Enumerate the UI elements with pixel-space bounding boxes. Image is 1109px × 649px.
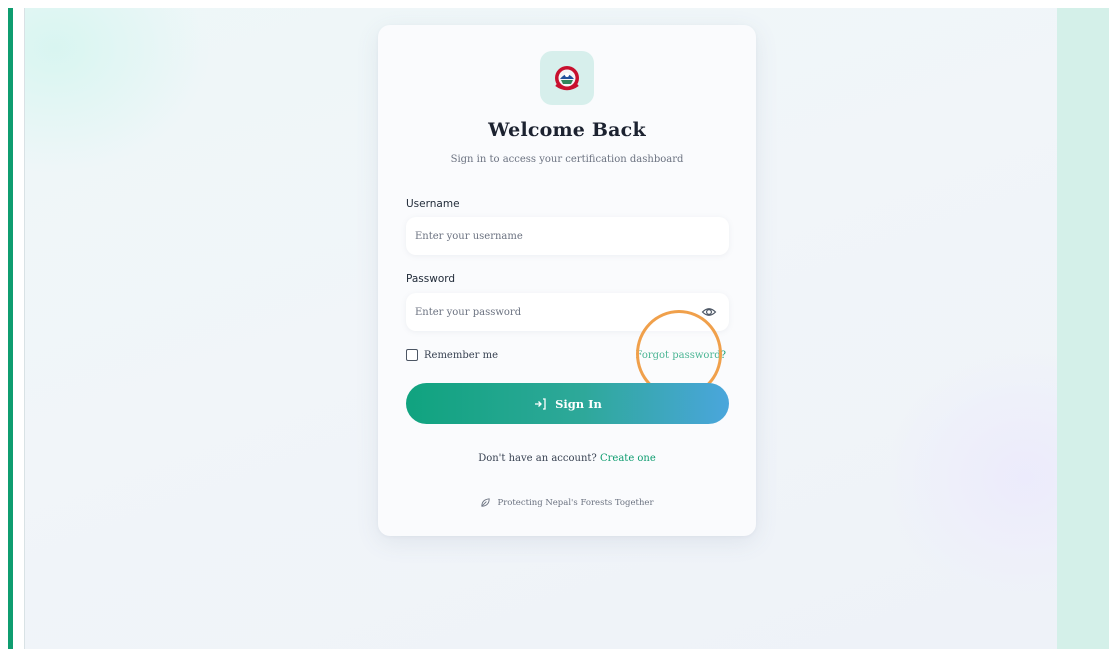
username-label: Username (406, 198, 460, 210)
password-placeholder: Enter your password (415, 306, 522, 318)
username-placeholder: Enter your username (415, 230, 523, 242)
footer-text: Protecting Nepal's Forests Together (497, 497, 654, 508)
create-account-link[interactable]: Create one (600, 453, 656, 464)
sign-in-icon (535, 397, 546, 410)
page-title: Welcome Back (488, 119, 646, 141)
leaf-icon (481, 498, 491, 507)
login-card: Welcome Back Sign in to access your cert… (378, 25, 756, 536)
screen: Welcome Back Sign in to access your cert… (0, 0, 1109, 649)
password-label: Password (406, 273, 456, 285)
page-subtitle: Sign in to access your certification das… (450, 154, 684, 165)
emblem-container (540, 51, 594, 105)
remember-label: Remember me (424, 349, 499, 361)
signup-prompt: Don't have an account? Create one (378, 453, 756, 464)
nepal-emblem-icon (555, 66, 579, 91)
remember-me[interactable]: Remember me (406, 349, 498, 361)
accent-bar (8, 8, 13, 649)
remember-checkbox[interactable] (406, 349, 418, 361)
sign-in-label: Sign In (555, 396, 602, 411)
right-side-panel (1057, 8, 1109, 649)
footer-tagline: Protecting Nepal's Forests Together (378, 497, 756, 508)
signup-prompt-text: Don't have an account? (478, 453, 597, 464)
username-field[interactable]: Enter your username (406, 217, 729, 255)
sign-in-button[interactable]: Sign In (406, 383, 729, 424)
